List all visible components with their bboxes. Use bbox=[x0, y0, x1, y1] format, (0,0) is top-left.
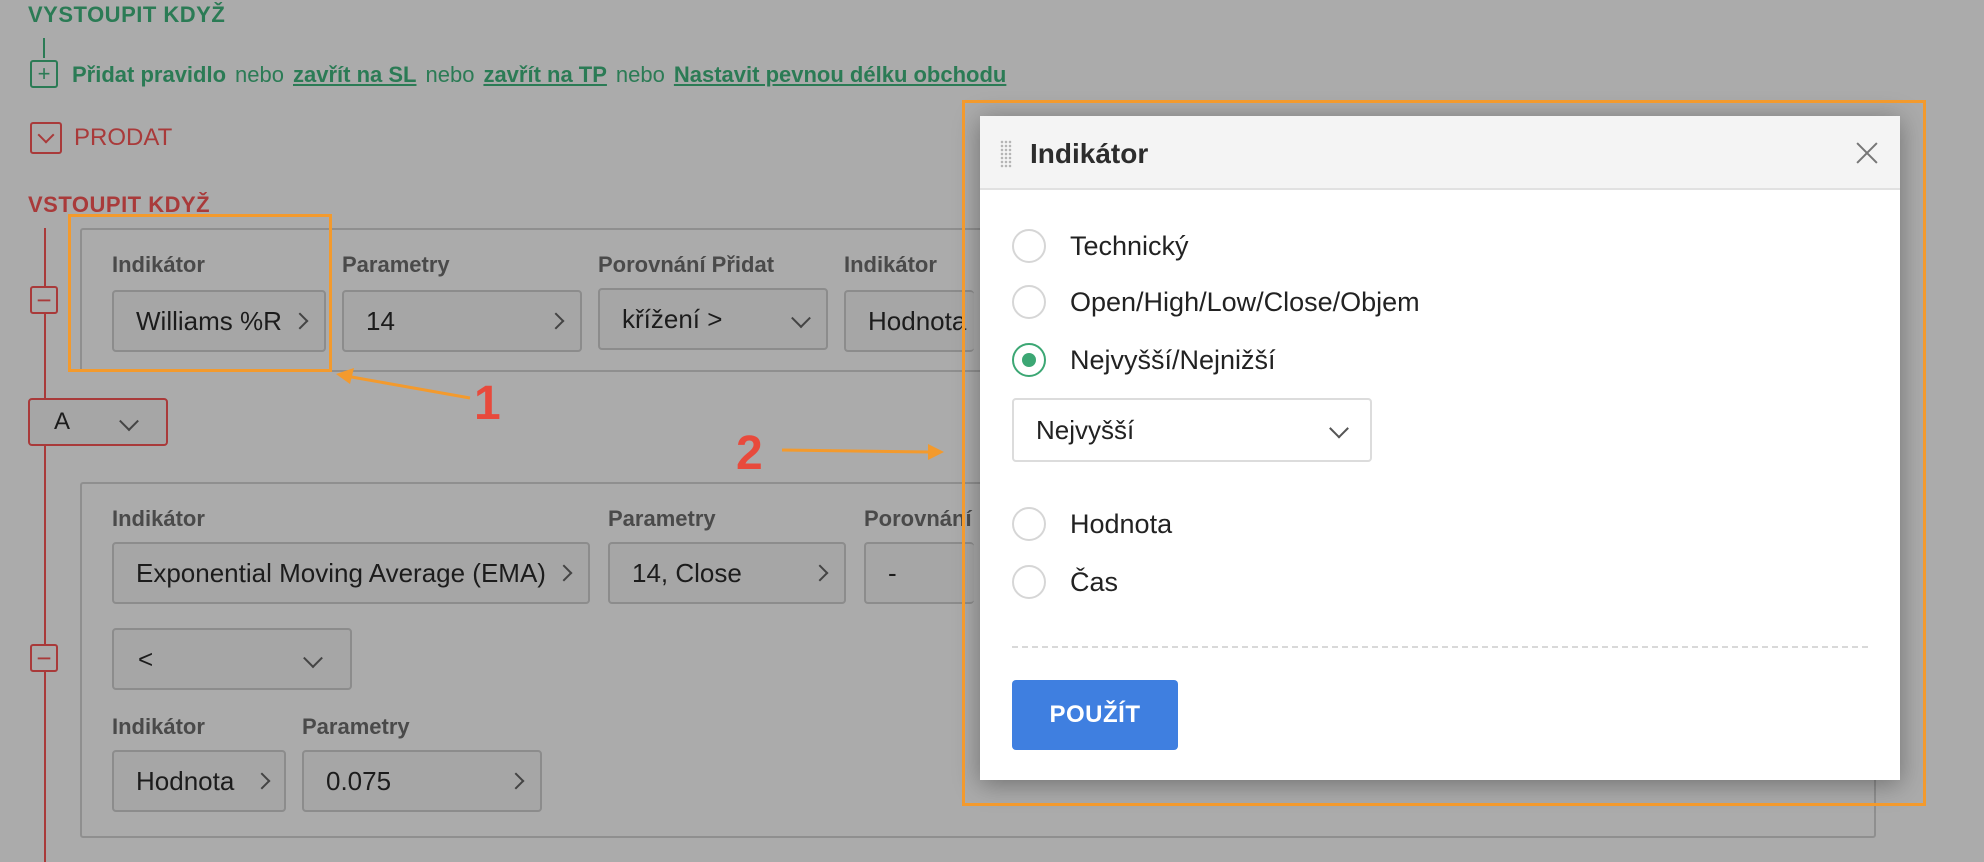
remove-rule-2-icon[interactable]: − bbox=[30, 644, 58, 672]
annotation-number-1: 1 bbox=[474, 377, 501, 430]
collapse-sell-icon[interactable] bbox=[30, 122, 62, 154]
params-label: Parametry bbox=[342, 252, 450, 277]
indicator2-value: Hodnota bbox=[136, 765, 235, 796]
exit-tree-line bbox=[43, 38, 45, 58]
indicator2-select[interactable]: Hodnota bbox=[844, 290, 974, 352]
annotation-number-2: 2 bbox=[736, 427, 763, 480]
close-on-sl-link[interactable]: zavřít na SL bbox=[293, 62, 416, 88]
annotation-arrow-1 bbox=[336, 368, 471, 400]
chevron-down-icon bbox=[119, 411, 139, 432]
indicator-value: Exponential Moving Average (EMA) bbox=[136, 557, 546, 588]
params2-value: 0.075 bbox=[326, 765, 392, 796]
sell-label: PRODAT bbox=[74, 124, 173, 151]
fixed-trade-length-link[interactable]: Nastavit pevnou délku obchodu bbox=[674, 62, 1006, 88]
add-rule-link[interactable]: Přidat pravidlo bbox=[72, 62, 226, 88]
enter-tree-line bbox=[44, 228, 46, 862]
exit-actions: Přidat pravidlo nebo zavřít na SL nebo z… bbox=[72, 62, 1006, 88]
annotation-box-1 bbox=[68, 214, 332, 372]
operator-value: < bbox=[138, 643, 154, 674]
logic-select[interactable]: A bbox=[28, 398, 168, 446]
chevron-right-icon bbox=[555, 564, 573, 582]
compare-select[interactable]: - bbox=[864, 542, 974, 604]
annotation-arrow-2 bbox=[781, 444, 944, 460]
compare-value: - bbox=[888, 557, 897, 588]
params2-select[interactable]: 0.075 bbox=[302, 750, 542, 812]
annotation-box-2 bbox=[962, 100, 1926, 806]
indicator2-label: Indikátor bbox=[112, 714, 205, 739]
indicator2-value: Hodnota bbox=[868, 305, 967, 336]
add-rule-plus-icon[interactable]: + bbox=[30, 60, 58, 88]
chevron-right-icon bbox=[811, 564, 829, 582]
compare-label: Porovnání bbox=[864, 506, 972, 531]
operator-select[interactable]: < bbox=[112, 628, 352, 690]
chevron-right-icon bbox=[547, 312, 565, 330]
compare-value: křížení > bbox=[622, 303, 723, 334]
indicator2-label: Indikátor bbox=[844, 252, 937, 277]
exit-section-title: VYSTOUPIT KDYŽ bbox=[28, 2, 226, 27]
chevron-right-icon bbox=[507, 772, 525, 790]
compare-select[interactable]: křížení > bbox=[598, 288, 828, 350]
or-text: nebo bbox=[235, 62, 284, 87]
params2-label: Parametry bbox=[302, 714, 410, 739]
params-select[interactable]: 14 bbox=[342, 290, 582, 352]
remove-rule-1-icon[interactable]: − bbox=[30, 286, 58, 314]
close-on-tp-link[interactable]: zavřít na TP bbox=[483, 62, 606, 88]
params-select[interactable]: 14, Close bbox=[608, 542, 846, 604]
chevron-right-icon bbox=[253, 772, 271, 790]
or-text: nebo bbox=[425, 62, 475, 87]
logic-value: A bbox=[54, 408, 71, 435]
indicator-label: Indikátor bbox=[112, 506, 205, 531]
strategy-editor: VYSTOUPIT KDYŽ + Přidat pravidlo nebo za… bbox=[0, 0, 1984, 862]
chevron-down-icon bbox=[791, 308, 811, 329]
compare-label: Porovnání Přidat bbox=[598, 252, 775, 277]
or-text: nebo bbox=[615, 62, 665, 87]
chevron-down-icon bbox=[303, 648, 323, 669]
params-value: 14, Close bbox=[632, 557, 742, 588]
indicator2-select[interactable]: Hodnota bbox=[112, 750, 286, 812]
params-label: Parametry bbox=[608, 506, 716, 531]
params-value: 14 bbox=[366, 305, 395, 336]
indicator-select[interactable]: Exponential Moving Average (EMA) bbox=[112, 542, 590, 604]
